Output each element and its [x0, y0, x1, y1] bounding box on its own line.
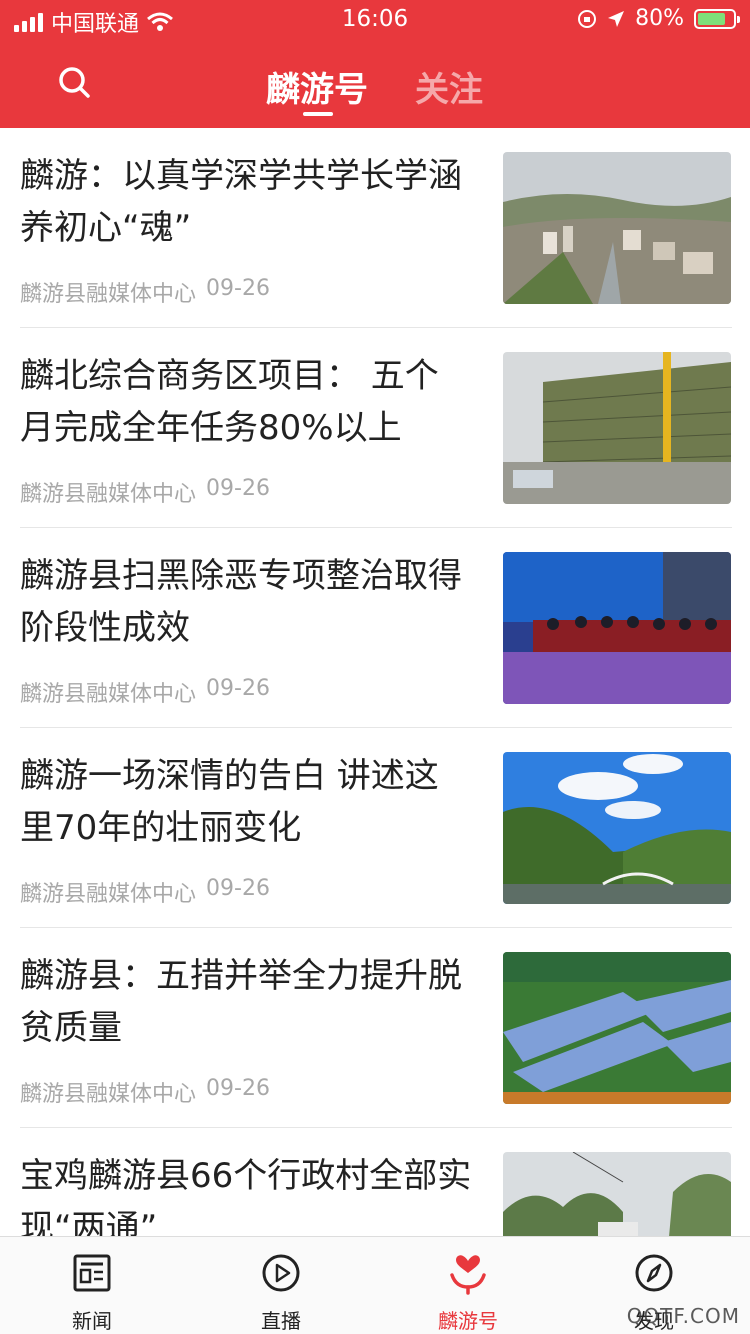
article-thumbnail[interactable]	[503, 952, 731, 1104]
article-item[interactable]: 麟游一场深情的告白 讲述这里70年的壮丽变化 麟游县融媒体中心 09-26	[20, 728, 732, 928]
article-source: 麟游县融媒体中心	[20, 282, 197, 307]
article-title[interactable]: 麟游：以真学深学共学长学涵养初心“魂”	[20, 150, 472, 254]
battery-fill	[698, 12, 725, 25]
heart-hand-icon	[450, 1255, 486, 1295]
play-icon	[262, 1254, 300, 1292]
town-valley-image	[503, 152, 731, 304]
newspaper-icon	[73, 1254, 111, 1292]
article-title[interactable]: 麟北综合商务区项目： 五个月完成全年任务80%以上	[20, 350, 472, 454]
article-meta: 麟游县融媒体中心 09-26	[20, 476, 270, 508]
app-header: 中国联通 16:06 80% 麟游号 关注	[0, 0, 750, 128]
battery-percent: 80%	[635, 6, 684, 31]
article-thumbnail[interactable]	[503, 1152, 731, 1236]
tabbar-label: 新闻	[72, 1309, 112, 1333]
tabbar-item-linyouhao[interactable]: 麟游号	[408, 1251, 528, 1334]
article-item[interactable]: 麟游县：五措并举全力提升脱贫质量 麟游县融媒体中心 09-26	[20, 928, 732, 1128]
article-meta: 麟游县融媒体中心 09-26	[20, 1076, 270, 1108]
article-title[interactable]: 麟游县：五措并举全力提升脱贫质量	[20, 950, 472, 1054]
tabbar-item-news[interactable]: 新闻	[32, 1251, 152, 1334]
article-item[interactable]: 麟北综合商务区项目： 五个月完成全年任务80%以上 麟游县融媒体中心 09-26	[20, 328, 732, 528]
article-thumbnail[interactable]	[503, 752, 731, 904]
active-tab-indicator	[303, 112, 333, 116]
construction-site-image	[503, 352, 731, 504]
status-bar: 中国联通 16:06 80%	[0, 0, 750, 40]
article-date: 09-26	[206, 1076, 270, 1101]
tabbar-item-live[interactable]: 直播	[221, 1251, 341, 1334]
battery-icon	[694, 8, 740, 29]
article-title[interactable]: 麟游县扫黑除恶专项整治取得阶段性成效	[20, 550, 472, 654]
article-title[interactable]: 麟游一场深情的告白 讲述这里70年的壮丽变化	[20, 750, 472, 854]
article-date: 09-26	[206, 676, 270, 701]
article-thumbnail[interactable]	[503, 152, 731, 304]
tab-linyouhao[interactable]: 麟游号	[266, 62, 368, 111]
article-thumbnail[interactable]	[503, 552, 731, 704]
top-nav: 麟游号 关注	[0, 40, 750, 128]
village-road-image	[503, 1152, 731, 1236]
article-source: 麟游县融媒体中心	[20, 482, 197, 507]
tabbar-label: 麟游号	[438, 1309, 498, 1333]
watermark: QQTF.COM	[626, 1304, 740, 1328]
orientation-lock-icon	[578, 9, 597, 28]
article-meta: 麟游县融媒体中心 09-26	[20, 276, 270, 308]
article-date: 09-26	[206, 276, 270, 301]
article-date: 09-26	[206, 876, 270, 901]
article-item[interactable]: 宝鸡麟游县66个行政村全部实现“两通”	[20, 1128, 732, 1236]
tabbar-label: 直播	[261, 1309, 301, 1333]
article-meta: 麟游县融媒体中心 09-26	[20, 676, 270, 708]
article-item[interactable]: 麟游县扫黑除恶专项整治取得阶段性成效 麟游县融媒体中心 09-26	[20, 528, 732, 728]
compass-icon	[635, 1254, 673, 1292]
article-list[interactable]: 麟游：以真学深学共学长学涵养初心“魂” 麟游县融媒体中心 09-26 麟北综合商…	[0, 128, 750, 1236]
article-meta: 麟游县融媒体中心 09-26	[20, 876, 270, 908]
tab-follow[interactable]: 关注	[415, 62, 483, 111]
article-item[interactable]: 麟游：以真学深学共学长学涵养初心“魂” 麟游县融媒体中心 09-26	[20, 128, 732, 328]
article-date: 09-26	[206, 476, 270, 501]
article-source: 麟游县融媒体中心	[20, 682, 197, 707]
article-title[interactable]: 宝鸡麟游县66个行政村全部实现“两通”	[20, 1150, 472, 1236]
article-source: 麟游县融媒体中心	[20, 1082, 197, 1107]
article-source: 麟游县融媒体中心	[20, 882, 197, 907]
bottom-tab-bar: 新闻 直播 麟游号 发现 QQTF.COM	[0, 1236, 750, 1334]
greenhouses-aerial-image	[503, 952, 731, 1104]
article-thumbnail[interactable]	[503, 352, 731, 504]
status-right: 80%	[577, 6, 740, 31]
location-arrow-icon	[608, 10, 625, 27]
lake-bridge-image	[503, 752, 731, 904]
search-icon[interactable]	[52, 60, 98, 106]
press-conference-image	[503, 552, 731, 704]
